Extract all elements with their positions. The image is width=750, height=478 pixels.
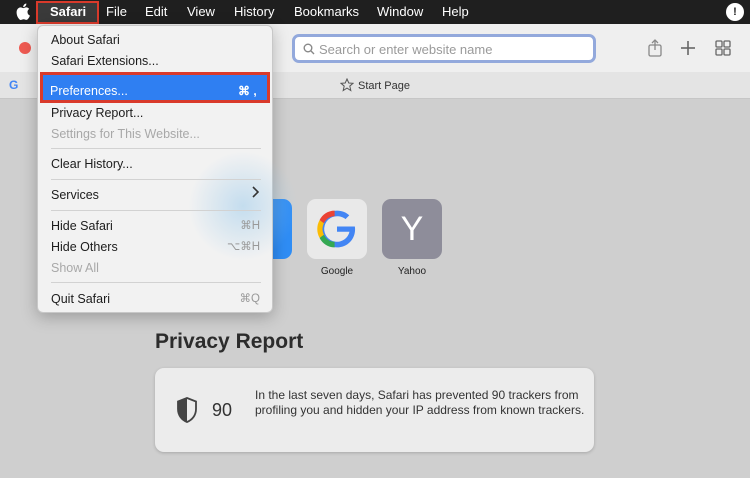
tracker-count: 90: [212, 400, 233, 420]
menu-item-hide-others[interactable]: Hide Others: [51, 239, 118, 255]
menu-help[interactable]: Help: [442, 4, 469, 20]
menu-bar: Safari File Edit View History Bookmarks …: [0, 0, 750, 24]
menu-bookmarks[interactable]: Bookmarks: [294, 4, 359, 20]
share-icon[interactable]: [645, 38, 665, 58]
hide-others-shortcut: ⌥⌘H: [226, 241, 260, 253]
google-icon: [317, 210, 356, 248]
menu-separator: [51, 210, 261, 211]
menu-item-show-all: Show All: [51, 261, 99, 275]
yahoo-favorite-tile[interactable]: Y: [382, 199, 442, 259]
menu-separator: [51, 282, 261, 283]
close-window-button[interactable]: [19, 42, 31, 54]
menu-item-services[interactable]: Services: [51, 187, 99, 203]
menu-item-safari-extensions[interactable]: Safari Extensions...: [51, 53, 159, 69]
privacy-report-text: In the last seven days, Safari has preve…: [255, 388, 585, 417]
privacy-report-title: Privacy Report: [155, 330, 304, 353]
address-bar[interactable]: [292, 34, 596, 63]
chevron-right-icon: [252, 186, 259, 198]
menu-history[interactable]: History: [234, 4, 274, 20]
menu-window[interactable]: Window: [377, 4, 423, 20]
menu-edit[interactable]: Edit: [145, 4, 167, 20]
search-icon: [303, 43, 315, 55]
menu-separator: [51, 148, 261, 149]
menu-item-hide-safari[interactable]: Hide Safari: [51, 218, 113, 234]
google-favorite-tile[interactable]: [307, 199, 367, 259]
google-favicon-icon[interactable]: G: [9, 78, 23, 92]
quit-shortcut: ⌘Q: [239, 293, 260, 305]
menu-item-quit-safari[interactable]: Quit Safari: [51, 291, 110, 307]
menu-safari[interactable]: Safari: [50, 4, 86, 20]
menu-separator: [51, 179, 261, 180]
menu-view[interactable]: View: [187, 4, 215, 20]
tab-overview-icon[interactable]: [713, 38, 733, 58]
preferences-shortcut: ⌘ ,: [238, 84, 257, 98]
shield-icon: [177, 397, 197, 423]
menu-item-clear-history[interactable]: Clear History...: [51, 156, 133, 172]
search-input[interactable]: [319, 40, 589, 58]
menu-file[interactable]: File: [106, 4, 127, 20]
start-page-label: Start Page: [358, 80, 410, 92]
status-menu-icon[interactable]: !: [726, 3, 744, 21]
new-tab-icon[interactable]: [678, 38, 698, 58]
menu-item-about-safari[interactable]: About Safari: [51, 32, 120, 48]
hide-safari-shortcut: ⌘H: [240, 220, 260, 232]
google-tile-label: Google: [320, 266, 354, 277]
star-icon: [340, 78, 354, 92]
yahoo-tile-label: Yahoo: [397, 266, 427, 277]
preferences-label: Preferences...: [50, 84, 128, 98]
start-page-tab[interactable]: Start Page: [340, 78, 410, 92]
safari-dropdown-menu: About Safari Safari Extensions... Privac…: [37, 25, 298, 313]
menu-item-privacy-report[interactable]: Privacy Report...: [51, 105, 143, 121]
menu-item-settings-website: Settings for This Website...: [51, 127, 200, 141]
apple-icon[interactable]: [16, 3, 30, 20]
